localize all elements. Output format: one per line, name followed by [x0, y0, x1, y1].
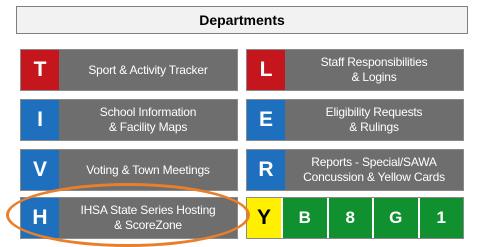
- tile-letter-i: I: [21, 100, 59, 140]
- tile-label: Reports - Special/SAWA Concussion & Yell…: [303, 155, 445, 184]
- tile-letter-e: E: [247, 100, 285, 140]
- grade-level-bar: Y B 8 G 1: [246, 197, 464, 239]
- reports-tile[interactable]: R Reports - Special/SAWA Concussion & Ye…: [246, 149, 464, 191]
- ihsa-state-series-hosting-tile[interactable]: H IHSA State Series Hosting & ScoreZone: [20, 197, 238, 239]
- school-information-tile[interactable]: I School Information & Facility Maps: [20, 99, 238, 141]
- tile-letter-r: R: [247, 150, 285, 190]
- tile-label: Voting & Town Meetings: [86, 162, 210, 177]
- grade-button-1[interactable]: 1: [417, 198, 463, 238]
- tile-label: Staff Responsibilities & Logins: [320, 55, 428, 84]
- tile-letter-t: T: [21, 50, 59, 90]
- tile-letter-v: V: [21, 150, 59, 190]
- tile-label: School Information & Facility Maps: [99, 105, 197, 134]
- tile-letter-y[interactable]: Y: [247, 198, 281, 238]
- departments-header: Departments: [16, 6, 468, 34]
- tile-label: Eligibility Requests & Rulings: [325, 105, 423, 134]
- tile-label: IHSA State Series Hosting & ScoreZone: [80, 203, 216, 232]
- staff-responsibilities-tile[interactable]: L Staff Responsibilities & Logins: [246, 49, 464, 91]
- page-title: Departments: [199, 12, 285, 28]
- grade-button-g[interactable]: G: [372, 198, 418, 238]
- voting-town-meetings-tile[interactable]: V Voting & Town Meetings: [20, 149, 238, 191]
- grade-button-8[interactable]: 8: [326, 198, 372, 238]
- tile-letter-l: L: [247, 50, 285, 90]
- eligibility-requests-tile[interactable]: E Eligibility Requests & Rulings: [246, 99, 464, 141]
- tile-letter-h: H: [21, 198, 59, 238]
- sport-activity-tracker-tile[interactable]: T Sport & Activity Tracker: [20, 49, 238, 91]
- tile-label: Sport & Activity Tracker: [88, 62, 208, 77]
- grade-button-b[interactable]: B: [281, 198, 327, 238]
